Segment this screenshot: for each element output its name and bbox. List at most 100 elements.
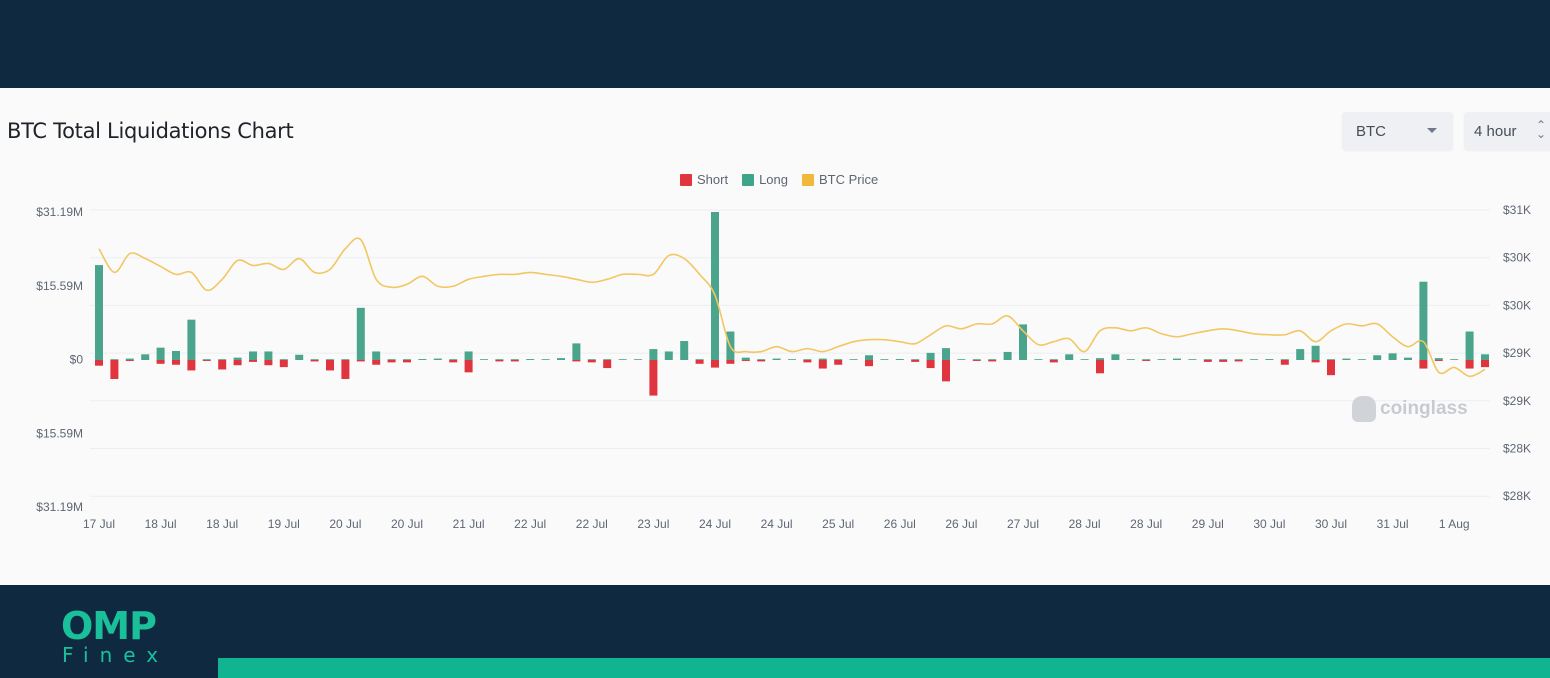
- long-bar: [1450, 359, 1459, 360]
- x-axis-label: 1 Aug: [1439, 517, 1470, 531]
- long-bar: [125, 358, 134, 360]
- short-bar: [449, 360, 458, 363]
- right-axis-label: $30K: [1503, 298, 1531, 312]
- long-bar: [557, 358, 565, 360]
- long-bar: [865, 355, 873, 360]
- long-bar: [911, 359, 920, 360]
- short-bar: [356, 360, 365, 362]
- long-bar: [1481, 354, 1489, 360]
- x-axis-label: 30 Jul: [1315, 517, 1347, 531]
- x-axis-label: 27 Jul: [1007, 517, 1039, 531]
- long-bar: [1049, 359, 1058, 360]
- long-bar: [495, 359, 504, 360]
- short-bar: [1434, 360, 1443, 361]
- right-axis-label: $29K: [1503, 346, 1531, 360]
- right-axis-label: $31K: [1503, 203, 1531, 217]
- long-bar: [541, 359, 550, 360]
- short-bar: [1419, 360, 1428, 369]
- short-bar: [156, 360, 165, 364]
- short-bar: [387, 360, 396, 363]
- short-bar: [495, 360, 504, 362]
- short-bar: [403, 360, 411, 363]
- long-bar: [664, 351, 673, 360]
- long-bar: [1434, 358, 1443, 360]
- watermark-text: coinglass: [1380, 398, 1468, 419]
- btc-price-line: [98, 237, 1486, 378]
- short-bar: [1219, 360, 1228, 362]
- right-axis-label: $30K: [1503, 251, 1531, 265]
- long-bar: [695, 359, 704, 360]
- short-bar: [972, 360, 981, 361]
- right-axis-label: $28K: [1503, 442, 1531, 456]
- x-axis-label: 22 Jul: [576, 517, 608, 531]
- short-bar: [1234, 360, 1243, 362]
- long-bar: [95, 265, 103, 360]
- left-axis-label: $0: [70, 353, 84, 367]
- long-bar: [1327, 359, 1335, 360]
- short-bar: [249, 360, 257, 362]
- long-bar: [356, 307, 365, 360]
- x-axis-label: 20 Jul: [329, 517, 361, 531]
- long-bar: [1065, 354, 1074, 360]
- long-bar: [957, 359, 966, 360]
- short-bar: [757, 360, 766, 362]
- long-bar: [418, 359, 427, 360]
- short-bar: [911, 360, 920, 362]
- short-bar: [202, 360, 211, 361]
- short-bar: [279, 360, 288, 368]
- short-bar: [988, 360, 997, 362]
- x-axis-label: 28 Jul: [1069, 517, 1101, 531]
- short-bar: [1049, 360, 1058, 363]
- long-bar: [1342, 358, 1351, 360]
- long-bar: [295, 354, 304, 360]
- short-bar: [372, 360, 381, 365]
- short-bar: [341, 360, 350, 379]
- x-axis-label: 18 Jul: [206, 517, 238, 531]
- long-bar: [1096, 358, 1104, 360]
- short-bar: [587, 360, 596, 363]
- long-bar: [279, 359, 288, 360]
- long-bar: [818, 358, 827, 360]
- x-axis-label: 19 Jul: [268, 517, 300, 531]
- short-bar: [603, 360, 612, 369]
- long-bar: [341, 359, 350, 360]
- long-bar: [1250, 359, 1258, 360]
- x-axis-label: 22 Jul: [514, 517, 546, 531]
- long-bar: [618, 359, 627, 360]
- long-bar: [403, 359, 411, 360]
- long-bar: [1173, 358, 1181, 360]
- long-bar: [218, 359, 227, 360]
- short-bar: [1142, 360, 1151, 361]
- long-bar: [464, 351, 473, 360]
- long-bar: [849, 359, 858, 360]
- long-bar: [449, 359, 458, 360]
- long-bar: [202, 359, 211, 360]
- long-bar: [972, 359, 981, 360]
- x-axis-label: 21 Jul: [453, 517, 485, 531]
- long-bar: [1126, 359, 1135, 360]
- liquidations-chart: $31K $30K $30K $29K $29K $28K $28K $31.19M $15.5…: [36, 203, 1531, 531]
- long-bar: [1142, 359, 1151, 360]
- long-bar: [741, 357, 750, 360]
- right-axis-label: $28K: [1503, 489, 1531, 503]
- long-bar: [1203, 359, 1212, 360]
- right-axis-label: $29K: [1503, 394, 1531, 408]
- long-bar: [1388, 353, 1397, 360]
- long-bar: [880, 359, 889, 360]
- short-bar: [218, 360, 227, 370]
- long-bar: [942, 348, 950, 360]
- short-bar: [741, 360, 750, 361]
- short-bar: [572, 360, 581, 362]
- long-bar: [634, 359, 642, 360]
- x-axis-label: 24 Jul: [761, 517, 793, 531]
- short-bar: [1203, 360, 1212, 362]
- x-axis-label: 20 Jul: [391, 517, 423, 531]
- x-axis-label: 17 Jul: [83, 517, 115, 531]
- long-bar: [1234, 359, 1243, 360]
- short-bar: [865, 360, 873, 367]
- long-bar: [680, 341, 689, 360]
- short-bar: [464, 360, 473, 373]
- long-bar: [803, 359, 812, 360]
- long-bar: [603, 359, 612, 360]
- long-bar: [1265, 359, 1274, 360]
